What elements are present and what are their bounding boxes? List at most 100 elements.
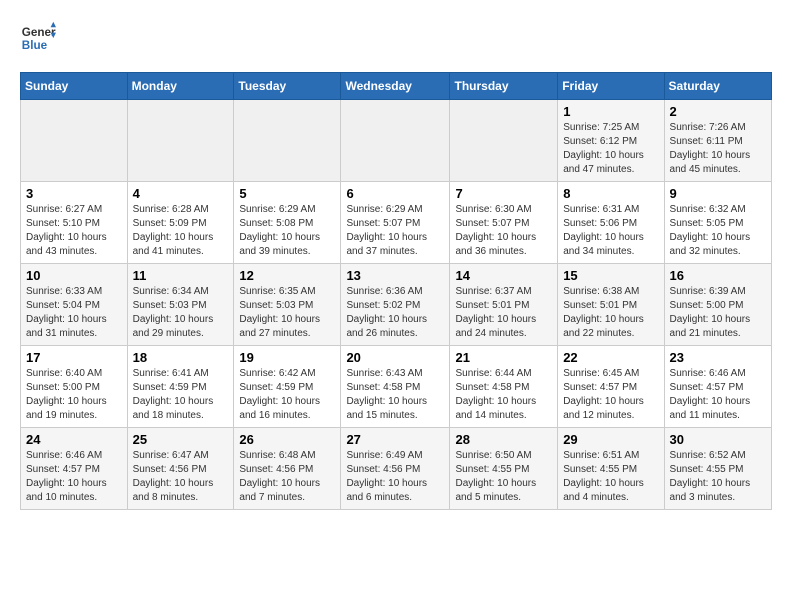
calendar-cell: 21 Sunrise: 6:44 AM Sunset: 4:58 PM Dayli… bbox=[450, 346, 558, 428]
calendar-cell: 14 Sunrise: 6:37 AM Sunset: 5:01 PM Dayli… bbox=[450, 264, 558, 346]
weekday-header-tuesday: Tuesday bbox=[234, 73, 341, 100]
calendar-week-1: 1 Sunrise: 7:25 AM Sunset: 6:12 PM Daylig… bbox=[21, 100, 772, 182]
calendar-week-3: 10Sunrise: 6:33 AM Sunset: 5:04 PM Dayli… bbox=[21, 264, 772, 346]
calendar-cell: 11Sunrise: 6:34 AM Sunset: 5:03 PM Dayli… bbox=[127, 264, 234, 346]
day-number: 13 bbox=[346, 268, 444, 283]
day-info: Sunrise: 6:28 AM Sunset: 5:09 PM Dayligh… bbox=[133, 203, 229, 259]
calendar-cell: 24 Sunrise: 6:46 AM Sunset: 4:57 PM Dayli… bbox=[21, 428, 128, 510]
day-info: Sunrise: 6:39 AM Sunset: 5:00 PM Dayligh… bbox=[670, 285, 766, 341]
calendar-cell: 2 Sunrise: 7:26 AM Sunset: 6:11 PM Daylig… bbox=[664, 100, 771, 182]
day-info: Sunrise: 6:45 AM Sunset: 4:57 PM Dayligh… bbox=[563, 367, 658, 423]
day-number: 2 bbox=[670, 104, 766, 119]
day-info: Sunrise: 6:42 AM Sunset: 4:59 PM Dayligh… bbox=[239, 367, 335, 423]
day-number: 4 bbox=[133, 186, 229, 201]
calendar-cell: 22 Sunrise: 6:45 AM Sunset: 4:57 PM Dayli… bbox=[558, 346, 664, 428]
calendar-cell: 1 Sunrise: 7:25 AM Sunset: 6:12 PM Daylig… bbox=[558, 100, 664, 182]
weekday-header-saturday: Saturday bbox=[664, 73, 771, 100]
calendar-cell: 15 Sunrise: 6:38 AM Sunset: 5:01 PM Dayli… bbox=[558, 264, 664, 346]
day-number: 14 bbox=[455, 268, 552, 283]
day-info: Sunrise: 6:47 AM Sunset: 4:56 PM Dayligh… bbox=[133, 449, 229, 505]
day-number: 26 bbox=[239, 432, 335, 447]
day-number: 9 bbox=[670, 186, 766, 201]
calendar-table: SundayMondayTuesdayWednesdayThursdayFrid… bbox=[20, 72, 772, 510]
day-number: 3 bbox=[26, 186, 122, 201]
calendar-cell: 20 Sunrise: 6:43 AM Sunset: 4:58 PM Dayli… bbox=[341, 346, 450, 428]
day-info: Sunrise: 6:50 AM Sunset: 4:55 PM Dayligh… bbox=[455, 449, 552, 505]
calendar-cell: 3Sunrise: 6:27 AM Sunset: 5:10 PM Daylig… bbox=[21, 182, 128, 264]
day-number: 18 bbox=[133, 350, 229, 365]
day-info: Sunrise: 6:46 AM Sunset: 4:57 PM Dayligh… bbox=[26, 449, 122, 505]
weekday-header-friday: Friday bbox=[558, 73, 664, 100]
day-info: Sunrise: 6:44 AM Sunset: 4:58 PM Dayligh… bbox=[455, 367, 552, 423]
day-number: 24 bbox=[26, 432, 122, 447]
day-number: 15 bbox=[563, 268, 658, 283]
calendar-cell: 25 Sunrise: 6:47 AM Sunset: 4:56 PM Dayli… bbox=[127, 428, 234, 510]
day-info: Sunrise: 6:38 AM Sunset: 5:01 PM Dayligh… bbox=[563, 285, 658, 341]
calendar-cell bbox=[127, 100, 234, 182]
calendar-cell bbox=[234, 100, 341, 182]
day-info: Sunrise: 6:33 AM Sunset: 5:04 PM Dayligh… bbox=[26, 285, 122, 341]
day-info: Sunrise: 7:25 AM Sunset: 6:12 PM Dayligh… bbox=[563, 121, 658, 177]
day-number: 21 bbox=[455, 350, 552, 365]
calendar-week-4: 17 Sunrise: 6:40 AM Sunset: 5:00 PM Dayli… bbox=[21, 346, 772, 428]
day-number: 22 bbox=[563, 350, 658, 365]
day-number: 25 bbox=[133, 432, 229, 447]
day-number: 28 bbox=[455, 432, 552, 447]
day-info: Sunrise: 6:43 AM Sunset: 4:58 PM Dayligh… bbox=[346, 367, 444, 423]
calendar-cell: 26 Sunrise: 6:48 AM Sunset: 4:56 PM Dayli… bbox=[234, 428, 341, 510]
calendar-cell: 30 Sunrise: 6:52 AM Sunset: 4:55 PM Dayli… bbox=[664, 428, 771, 510]
day-number: 5 bbox=[239, 186, 335, 201]
day-number: 17 bbox=[26, 350, 122, 365]
calendar-cell bbox=[450, 100, 558, 182]
day-info: Sunrise: 6:34 AM Sunset: 5:03 PM Dayligh… bbox=[133, 285, 229, 341]
calendar-week-5: 24 Sunrise: 6:46 AM Sunset: 4:57 PM Dayli… bbox=[21, 428, 772, 510]
day-info: Sunrise: 6:49 AM Sunset: 4:56 PM Dayligh… bbox=[346, 449, 444, 505]
day-number: 23 bbox=[670, 350, 766, 365]
calendar-cell: 23Sunrise: 6:46 AM Sunset: 4:57 PM Dayli… bbox=[664, 346, 771, 428]
day-info: Sunrise: 6:51 AM Sunset: 4:55 PM Dayligh… bbox=[563, 449, 658, 505]
svg-text:Blue: Blue bbox=[22, 39, 48, 52]
logo-icon: General Blue bbox=[20, 20, 56, 56]
day-number: 1 bbox=[563, 104, 658, 119]
calendar-cell: 12 Sunrise: 6:35 AM Sunset: 5:03 PM Dayli… bbox=[234, 264, 341, 346]
calendar-cell: 29 Sunrise: 6:51 AM Sunset: 4:55 PM Dayli… bbox=[558, 428, 664, 510]
calendar-cell: 13 Sunrise: 6:36 AM Sunset: 5:02 PM Dayli… bbox=[341, 264, 450, 346]
day-number: 27 bbox=[346, 432, 444, 447]
calendar-cell: 17 Sunrise: 6:40 AM Sunset: 5:00 PM Dayli… bbox=[21, 346, 128, 428]
page-header: General Blue bbox=[20, 20, 772, 56]
calendar-cell: 10Sunrise: 6:33 AM Sunset: 5:04 PM Dayli… bbox=[21, 264, 128, 346]
day-number: 19 bbox=[239, 350, 335, 365]
calendar-cell: 9Sunrise: 6:32 AM Sunset: 5:05 PM Daylig… bbox=[664, 182, 771, 264]
day-info: Sunrise: 6:31 AM Sunset: 5:06 PM Dayligh… bbox=[563, 203, 658, 259]
day-info: Sunrise: 6:29 AM Sunset: 5:07 PM Dayligh… bbox=[346, 203, 444, 259]
calendar-cell: 5Sunrise: 6:29 AM Sunset: 5:08 PM Daylig… bbox=[234, 182, 341, 264]
day-number: 6 bbox=[346, 186, 444, 201]
day-info: Sunrise: 6:40 AM Sunset: 5:00 PM Dayligh… bbox=[26, 367, 122, 423]
day-info: Sunrise: 7:26 AM Sunset: 6:11 PM Dayligh… bbox=[670, 121, 766, 177]
day-info: Sunrise: 6:52 AM Sunset: 4:55 PM Dayligh… bbox=[670, 449, 766, 505]
day-number: 16 bbox=[670, 268, 766, 283]
day-number: 7 bbox=[455, 186, 552, 201]
calendar-cell: 28 Sunrise: 6:50 AM Sunset: 4:55 PM Dayli… bbox=[450, 428, 558, 510]
calendar-cell: 4 Sunrise: 6:28 AM Sunset: 5:09 PM Daylig… bbox=[127, 182, 234, 264]
day-number: 29 bbox=[563, 432, 658, 447]
weekday-header-thursday: Thursday bbox=[450, 73, 558, 100]
logo: General Blue bbox=[20, 20, 56, 56]
calendar-cell: 16 Sunrise: 6:39 AM Sunset: 5:00 PM Dayli… bbox=[664, 264, 771, 346]
calendar-week-2: 3Sunrise: 6:27 AM Sunset: 5:10 PM Daylig… bbox=[21, 182, 772, 264]
day-info: Sunrise: 6:30 AM Sunset: 5:07 PM Dayligh… bbox=[455, 203, 552, 259]
weekday-header-row: SundayMondayTuesdayWednesdayThursdayFrid… bbox=[21, 73, 772, 100]
day-info: Sunrise: 6:41 AM Sunset: 4:59 PM Dayligh… bbox=[133, 367, 229, 423]
calendar-cell: 7 Sunrise: 6:30 AM Sunset: 5:07 PM Daylig… bbox=[450, 182, 558, 264]
weekday-header-wednesday: Wednesday bbox=[341, 73, 450, 100]
day-number: 20 bbox=[346, 350, 444, 365]
day-number: 12 bbox=[239, 268, 335, 283]
calendar-cell: 6 Sunrise: 6:29 AM Sunset: 5:07 PM Daylig… bbox=[341, 182, 450, 264]
day-number: 30 bbox=[670, 432, 766, 447]
day-info: Sunrise: 6:35 AM Sunset: 5:03 PM Dayligh… bbox=[239, 285, 335, 341]
calendar-cell: 8Sunrise: 6:31 AM Sunset: 5:06 PM Daylig… bbox=[558, 182, 664, 264]
day-info: Sunrise: 6:37 AM Sunset: 5:01 PM Dayligh… bbox=[455, 285, 552, 341]
day-info: Sunrise: 6:48 AM Sunset: 4:56 PM Dayligh… bbox=[239, 449, 335, 505]
day-info: Sunrise: 6:36 AM Sunset: 5:02 PM Dayligh… bbox=[346, 285, 444, 341]
calendar-cell: 18 Sunrise: 6:41 AM Sunset: 4:59 PM Dayli… bbox=[127, 346, 234, 428]
